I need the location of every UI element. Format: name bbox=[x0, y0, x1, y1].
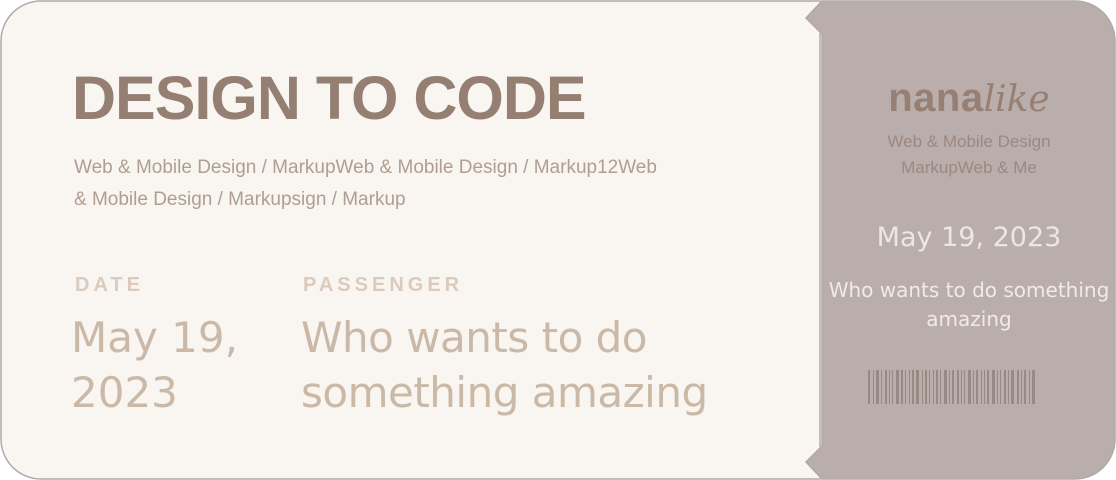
ticket-subtitle: Web & Mobile Design / MarkupWeb & Mobile… bbox=[74, 157, 657, 210]
ticket-stub: nanalike Web & Mobile Design MarkupWeb &… bbox=[822, 0, 1116, 480]
barcode-icon bbox=[868, 370, 1035, 404]
stub-passenger: Who wants to do something amazing bbox=[828, 278, 1110, 331]
stub-subtitle-line2: MarkupWeb & Me bbox=[901, 158, 1037, 177]
ticket-main-section: DESIGN TO CODE Web & Mobile Design / Mar… bbox=[0, 0, 820, 480]
brand-logo-primary: nana bbox=[888, 76, 984, 120]
passenger-label: PASSENGER bbox=[303, 274, 464, 296]
date-label: DATE bbox=[75, 274, 144, 296]
stub-date: May 19, 2023 bbox=[876, 222, 1062, 253]
date-value: May 19, 2023 bbox=[71, 313, 238, 417]
brand-logo: nanalike bbox=[822, 78, 1116, 118]
brand-logo-secondary: like bbox=[983, 79, 1050, 120]
stub-subtitle-line1: Web & Mobile Design bbox=[887, 132, 1051, 151]
ticket-title: DESIGN TO CODE bbox=[72, 64, 587, 132]
ticket-card: DESIGN TO CODE Web & Mobile Design / Mar… bbox=[0, 0, 1116, 480]
stub-subtitle: Web & Mobile Design MarkupWeb & Me bbox=[822, 129, 1116, 181]
passenger-value: Who wants to do something amazing bbox=[301, 313, 708, 417]
